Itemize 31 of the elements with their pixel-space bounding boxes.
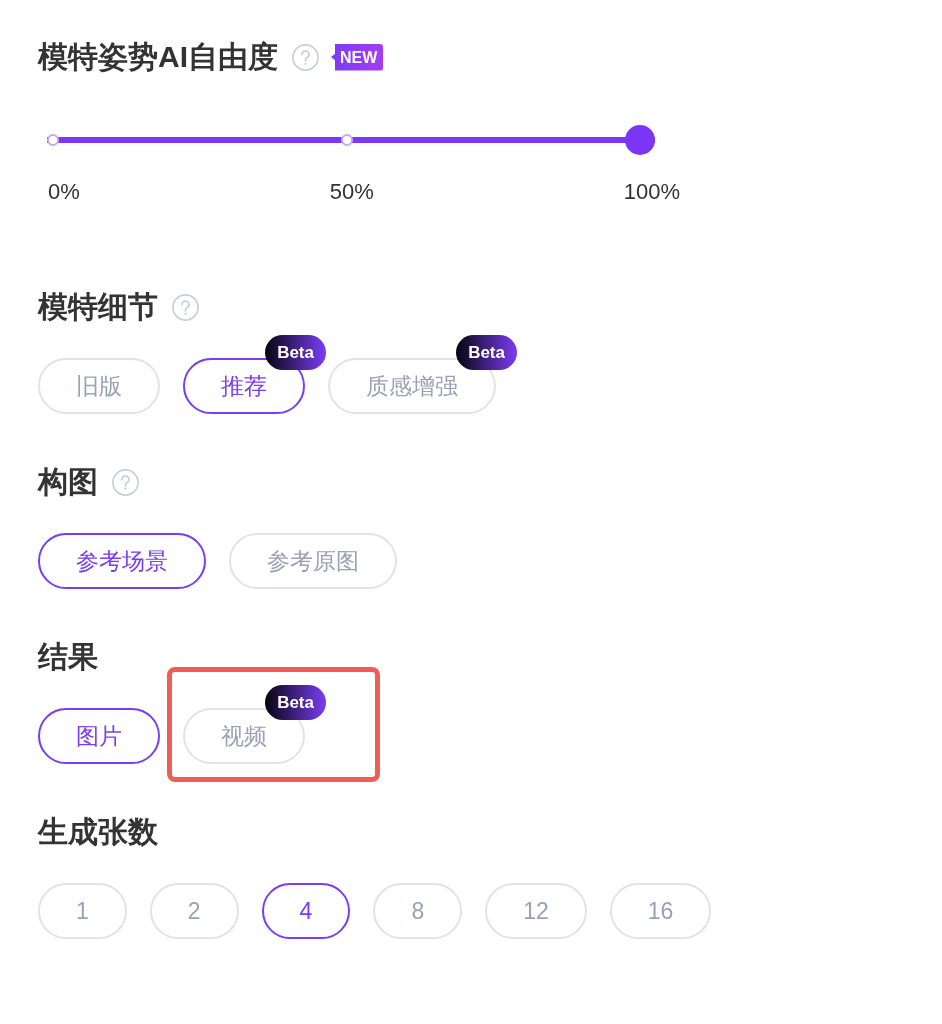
section-title: 构图 (38, 464, 98, 500)
help-icon[interactable] (112, 468, 139, 496)
option-button[interactable]: 16 (609, 883, 712, 939)
option-button[interactable]: 8 (373, 883, 463, 939)
section-title: 结果 (38, 639, 98, 675)
slider-thumb[interactable] (625, 125, 655, 155)
option-button[interactable]: 视频 (183, 708, 305, 764)
slider-mark-label: 50% (329, 178, 374, 206)
option-button[interactable]: 参考原图 (229, 533, 397, 589)
tick-dot-icon (47, 134, 59, 146)
option-button[interactable]: 1 (38, 883, 127, 939)
option-button[interactable]: 图片 (38, 708, 160, 764)
option-button[interactable]: 质感增强 (328, 358, 496, 414)
option-button[interactable]: 旧版 (38, 358, 160, 414)
section-title: 模特细节 (38, 289, 158, 325)
section-title: 生成张数 (38, 814, 158, 850)
help-icon[interactable] (172, 293, 199, 321)
option-button[interactable]: 12 (485, 883, 587, 939)
new-badge: NEW (331, 43, 384, 71)
beta-badge: Beta (456, 335, 517, 370)
tick-dot-icon (340, 134, 353, 146)
section-title: 模特姿势AI自由度 (38, 39, 278, 75)
help-icon[interactable] (292, 43, 319, 71)
slider-mark-label: 100% (623, 178, 680, 206)
option-button[interactable]: 2 (149, 883, 239, 939)
option-button[interactable]: 推荐 (183, 358, 305, 414)
slider-mark-label: 0% (48, 178, 80, 206)
option-button[interactable]: 4 (261, 883, 351, 939)
option-button[interactable]: 参考场景 (38, 533, 206, 589)
beta-badge: Beta (265, 335, 326, 370)
beta-badge: Beta (265, 685, 326, 720)
